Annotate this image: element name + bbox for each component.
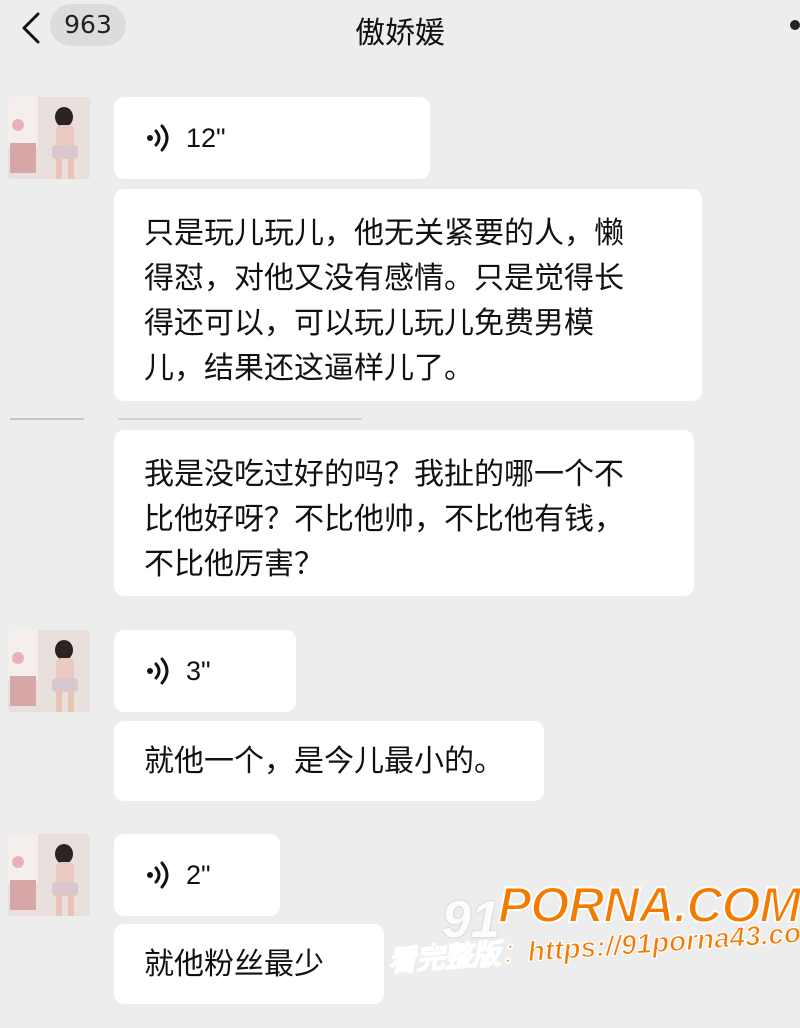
back-chevron-icon [22,12,40,44]
message-text-line: 我是没吃过好的吗？我扯的哪一个不 [144,457,624,492]
voice-message-bubble[interactable]: 12" [114,97,430,179]
text-message-bubble[interactable]: 就他一个，是今儿最小的。 [114,721,544,801]
message-text-line: 只是玩儿玩儿，他无关紧要的人，懒 [144,216,624,251]
voice-message-bubble[interactable]: 3" [114,630,296,712]
message-text-line: 得怼，对他又没有感情。只是觉得长 [144,261,624,296]
voice-wave-icon [147,657,169,685]
text-message-bubble[interactable]: 就他粉丝最少 [114,924,384,1004]
contact-avatar[interactable] [8,630,90,712]
voice-message-content: 3" [146,630,211,712]
voice-wave-icon [147,861,169,889]
voice-message-content: 12" [146,97,226,179]
contact-avatar[interactable] [8,834,90,916]
message-text-line: 比他好呀？不比他帅，不比他有钱， [144,502,624,537]
message-text-line: 就他一个，是今儿最小的。 [144,744,504,779]
voice-wave-icon [147,124,169,152]
divider [10,418,84,420]
message-text-line: 儿，结果还这逼样儿了。 [144,351,474,386]
message-text-line: 不比他厉害？ [144,547,324,582]
contact-avatar[interactable] [8,97,90,179]
chat-screen: 963 傲娇媛 12" 只是玩儿玩儿，他无关紧要的人，懒 得怼，对他又没有感情。… [0,0,800,1028]
divider [118,418,362,420]
voice-duration: 3" [186,655,211,686]
voice-message-content: 2" [146,834,211,916]
chat-title: 傲娇媛 [355,16,445,51]
text-message-bubble[interactable]: 只是玩儿玩儿，他无关紧要的人，懒 得怼，对他又没有感情。只是觉得长 得还可以，可… [114,189,702,401]
message-text-line: 就他粉丝最少 [144,947,324,982]
voice-duration: 2" [186,859,211,890]
voice-message-bubble[interactable]: 2" [114,834,280,916]
back-button[interactable] [14,8,54,48]
text-message-bubble[interactable]: 我是没吃过好的吗？我扯的哪一个不 比他好呀？不比他帅，不比他有钱， 不比他厉害？ [114,430,694,596]
watermark: 91 PORNA.COM 看完整版：https://91porna43.com [386,876,800,1006]
more-icon[interactable] [790,20,800,30]
voice-duration: 12" [186,122,226,153]
chat-header: 963 傲娇媛 [0,0,800,66]
unread-count-badge[interactable]: 963 [50,4,126,46]
message-text-line: 得还可以，可以玩儿玩儿免费男模 [144,306,594,341]
